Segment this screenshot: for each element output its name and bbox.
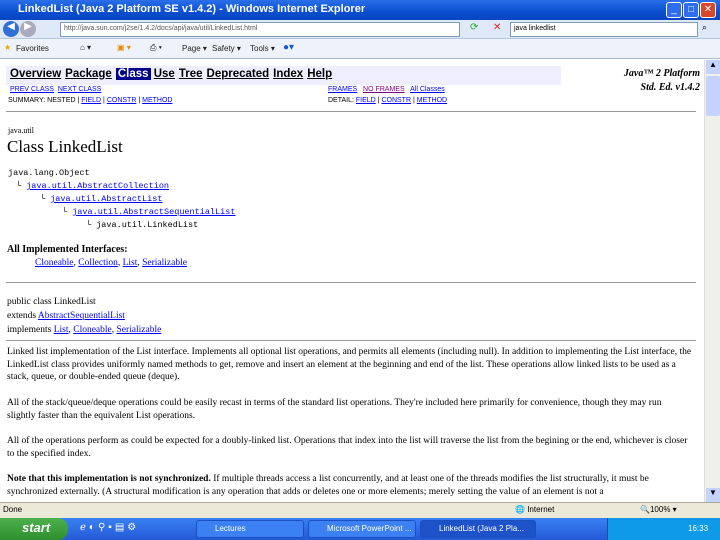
nav-tree[interactable]: Tree [179, 68, 203, 80]
interface-link[interactable]: Serializable [117, 325, 162, 335]
stop-icon[interactable]: ✕ [493, 22, 501, 33]
tree-item[interactable]: └ java.util.AbstractCollection [16, 181, 169, 191]
nav-deprecated[interactable]: Deprecated [207, 68, 270, 80]
description-paragraph: All of the stack/queue/deque operations … [7, 398, 662, 421]
description-paragraph: Linked list implementation of the List i… [7, 347, 692, 382]
taskbar-item[interactable]: Microsoft PowerPoint ... [308, 520, 416, 538]
taskbar-item[interactable]: Lectures [196, 520, 304, 538]
summary-field-link[interactable]: FIELD [81, 97, 101, 104]
status-bar: Done 🌐 Internet 🔍100% ▾ [0, 502, 720, 518]
divider [6, 111, 696, 112]
tree-item[interactable]: └ java.util.AbstractList [40, 194, 162, 204]
refresh-icon[interactable]: ⟳ [470, 22, 478, 33]
home-icon[interactable]: ⌂ ▾ [80, 43, 91, 52]
interface-link[interactable]: Cloneable [35, 258, 74, 268]
tree-item: └ java.util.LinkedList [86, 220, 199, 230]
superclass-link[interactable]: AbstractSequentialList [38, 311, 125, 321]
detail-method-link[interactable]: METHOD [417, 97, 447, 104]
nav-overview[interactable]: Overview [10, 68, 61, 80]
interface-link[interactable]: List [123, 258, 138, 268]
vertical-scrollbar[interactable]: ▲ ▼ [704, 60, 720, 502]
address-input[interactable]: http://java.sun.com/j2se/1.4.2/docs/api/… [60, 22, 460, 37]
command-bar: ★ Favorites ⌂ ▾ ▣ ▾ ⎙ ▾ Page ▾ Safety ▾ … [0, 39, 720, 59]
next-class-link[interactable]: NEXT CLASS [58, 86, 101, 93]
nav-help[interactable]: Help [307, 68, 332, 80]
description-paragraph: All of the operations perform as could b… [7, 436, 688, 459]
favorites-button[interactable]: Favorites [16, 44, 49, 53]
clock: 16:33 [688, 524, 709, 533]
window-title: LinkedList (Java 2 Platform SE v1.4.2) -… [18, 3, 366, 15]
description-paragraph: Note that this implementation is not syn… [7, 474, 649, 497]
system-tray: 16:33 [607, 518, 720, 540]
page-content: Overview Package Class Use Tree Deprecated In… [6, 66, 700, 497]
nav-package[interactable]: Package [65, 68, 112, 80]
interfaces-heading: All Implemented Interfaces: [7, 244, 128, 255]
navbar: Overview Package Class Use Tree Deprecated In… [6, 66, 561, 85]
platform-label: Java™ 2 Platform Std. Ed. v1.4.2 [623, 68, 700, 93]
maximize-button[interactable]: □ [683, 2, 699, 18]
prev-class-link[interactable]: PREV CLASS [10, 86, 54, 93]
search-icon[interactable]: ⌕ [702, 22, 707, 33]
minimize-button[interactable]: _ [666, 2, 682, 18]
nav-index[interactable]: Index [273, 68, 303, 80]
interface-link[interactable]: Cloneable [73, 325, 112, 335]
divider [6, 282, 696, 283]
class-declaration: public class LinkedList extends Abstract… [7, 297, 162, 335]
tree-item: java.lang.Object [8, 168, 90, 178]
detail-label: DETAIL: [328, 97, 354, 104]
all-classes-link[interactable]: All Classes [410, 86, 445, 93]
zone-indicator: 🌐 Internet [515, 505, 555, 514]
title-bar: LinkedList (Java 2 Platform SE v1.4.2) -… [0, 0, 720, 20]
start-button[interactable]: start [0, 518, 68, 540]
interface-link[interactable]: List [54, 325, 69, 335]
search-input[interactable]: java linkedlist [510, 22, 698, 37]
interface-link[interactable]: Serializable [142, 258, 187, 268]
print-icon[interactable]: ⎙ ▾ [150, 43, 162, 53]
class-title: Class LinkedList [7, 137, 123, 156]
summary-constr-link[interactable]: CONSTR [107, 97, 137, 104]
tree-item[interactable]: └ java.util.AbstractSequentialList [62, 207, 235, 217]
nav-use[interactable]: Use [154, 68, 175, 80]
package-name: java.util [8, 126, 34, 135]
detail-field-link[interactable]: FIELD [356, 97, 376, 104]
status-text: Done [3, 505, 23, 514]
page-menu[interactable]: Page ▾ [182, 44, 207, 53]
scroll-thumb[interactable] [706, 76, 720, 116]
detail-constr-link[interactable]: CONSTR [381, 97, 411, 104]
address-bar-row: ◀ ▶ http://java.sun.com/j2se/1.4.2/docs/… [0, 20, 720, 39]
scroll-down-button[interactable]: ▼ [706, 488, 720, 502]
help-icon[interactable]: ●▾ [283, 42, 294, 53]
quick-launch-icons[interactable]: ℯ◐⚲▪▤⚙ [80, 522, 139, 533]
tools-menu[interactable]: Tools ▾ [250, 44, 275, 53]
close-button[interactable]: ✕ [700, 2, 716, 18]
summary-label: SUMMARY: NESTED | [8, 97, 80, 104]
back-button[interactable]: ◀ [3, 21, 19, 37]
safety-menu[interactable]: Safety ▾ [212, 44, 241, 53]
summary-method-link[interactable]: METHOD [142, 97, 172, 104]
divider [6, 340, 696, 341]
feeds-icon[interactable]: ▣ ▾ [117, 43, 131, 52]
taskbar-item-active[interactable]: LinkedList (Java 2 Pla... [420, 520, 536, 538]
interface-link[interactable]: Collection [78, 258, 118, 268]
forward-button[interactable]: ▶ [20, 21, 36, 37]
frames-link[interactable]: FRAMES [328, 86, 357, 93]
scroll-up-button[interactable]: ▲ [706, 60, 720, 74]
star-icon: ★ [4, 43, 12, 52]
nav-class: Class [115, 68, 151, 80]
zoom-level[interactable]: 🔍100% ▾ [640, 505, 677, 514]
no-frames-link[interactable]: NO FRAMES [363, 86, 405, 93]
